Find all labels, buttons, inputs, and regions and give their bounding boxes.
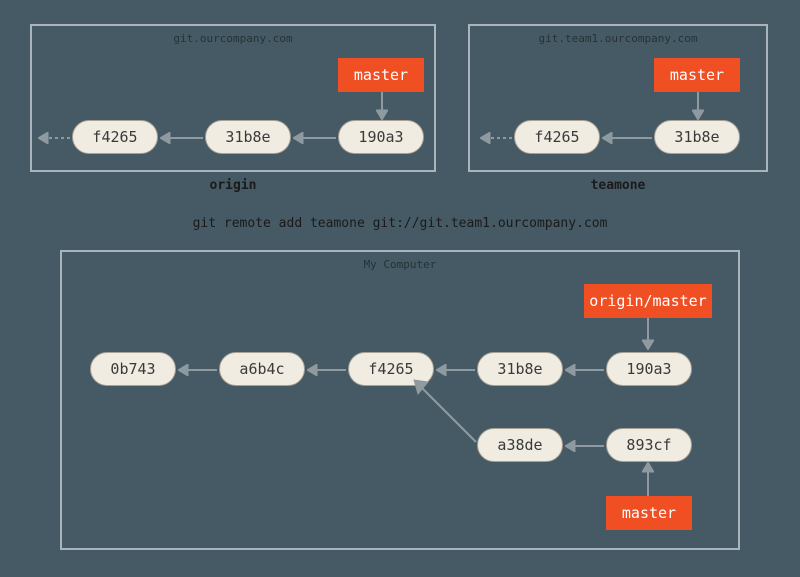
commit-local-r1-4: 190a3 bbox=[606, 352, 692, 386]
arrow-local-r1-1-0 bbox=[178, 364, 217, 376]
arrow-teamone-c1-c0 bbox=[602, 132, 652, 144]
panel-origin: git.ourcompany.com master f4265 31b8e 19… bbox=[30, 24, 436, 172]
arrow-teamone-dashed bbox=[480, 132, 512, 144]
commit-local-r1-0: 0b743 bbox=[90, 352, 176, 386]
panel-local-title: My Computer bbox=[62, 258, 738, 271]
commit-teamone-0: f4265 bbox=[514, 120, 600, 154]
commit-local-r1-1: a6b4c bbox=[219, 352, 305, 386]
panel-teamone: git.team1.ourcompany.com master f4265 31… bbox=[468, 24, 768, 172]
arrow-origin-master-down bbox=[376, 92, 388, 120]
arrow-origin-c2-c1 bbox=[293, 132, 336, 144]
branch-local-origin-master: origin/master bbox=[584, 284, 712, 318]
commit-local-r2-1: 893cf bbox=[606, 428, 692, 462]
branch-local-master: master bbox=[606, 496, 692, 530]
commit-local-r1-3: 31b8e bbox=[477, 352, 563, 386]
commit-origin-2: 190a3 bbox=[338, 120, 424, 154]
command-text: git remote add teamone git://git.team1.o… bbox=[0, 216, 800, 231]
panel-local: My Computer origin/master 0b743 a6b4c f4… bbox=[60, 250, 740, 550]
commit-origin-1: 31b8e bbox=[205, 120, 291, 154]
panel-origin-label: origin bbox=[30, 178, 436, 193]
arrow-local-r1-2-1 bbox=[307, 364, 346, 376]
commit-origin-0: f4265 bbox=[72, 120, 158, 154]
panel-teamone-title: git.team1.ourcompany.com bbox=[470, 32, 766, 45]
branch-origin-master: master bbox=[338, 58, 424, 92]
arrow-origin-c1-c0 bbox=[160, 132, 203, 144]
arrow-local-r1-3-2 bbox=[436, 364, 475, 376]
branch-teamone-master: master bbox=[654, 58, 740, 92]
panel-origin-title: git.ourcompany.com bbox=[32, 32, 434, 45]
arrow-local-origin-master-down bbox=[642, 318, 654, 350]
arrow-local-a38de-f4265 bbox=[410, 376, 480, 448]
arrow-teamone-master-down bbox=[692, 92, 704, 120]
arrow-local-master-up bbox=[642, 462, 654, 496]
commit-teamone-1: 31b8e bbox=[654, 120, 740, 154]
arrow-origin-dashed bbox=[38, 132, 70, 144]
arrow-local-r2-1-0 bbox=[565, 440, 604, 452]
commit-local-r2-0: a38de bbox=[477, 428, 563, 462]
arrow-local-r1-4-3 bbox=[565, 364, 604, 376]
panel-teamone-label: teamone bbox=[468, 178, 768, 193]
